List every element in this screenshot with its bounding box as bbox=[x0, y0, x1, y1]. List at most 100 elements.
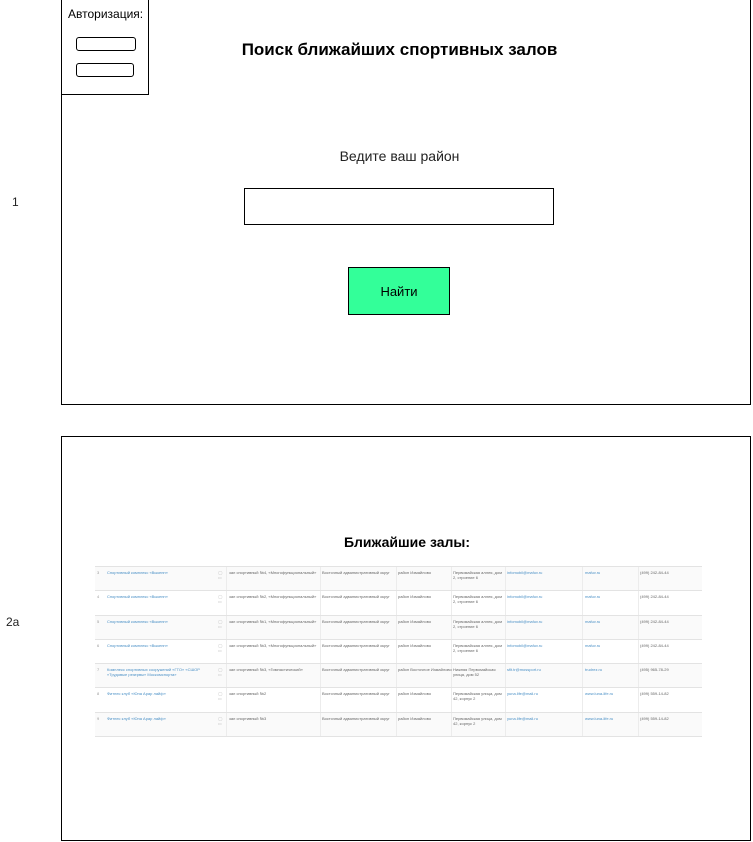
column-divider bbox=[320, 615, 321, 639]
email-link[interactable]: infomobil@mafuv.ru bbox=[507, 594, 581, 599]
column-divider bbox=[638, 567, 639, 591]
column-divider bbox=[396, 664, 397, 688]
column-divider bbox=[582, 712, 583, 737]
column-divider bbox=[505, 712, 506, 737]
gym-name-link[interactable]: Спортивный комплекс «Выкепн» bbox=[107, 619, 217, 624]
column-divider bbox=[226, 639, 227, 664]
gym-name-link[interactable]: Фитнес клуб «Юна Арар лайф» bbox=[107, 691, 217, 696]
row-number: 3 bbox=[97, 570, 100, 575]
phone: (499) 242-84-44 bbox=[640, 570, 669, 575]
address: Нижняя Первомайская улица, дом 52 bbox=[453, 667, 496, 678]
admin-district: Восточный административный округ bbox=[322, 715, 390, 721]
admin-district: Восточный административный округ bbox=[322, 642, 390, 648]
password-field[interactable] bbox=[76, 63, 134, 77]
row-number: 4 bbox=[97, 594, 100, 600]
row-icons: ◯ ▭ bbox=[218, 570, 223, 580]
results-screen: Ближайшие залы: 3 Спортивный комплекс «Вы… bbox=[61, 436, 751, 841]
column-divider bbox=[226, 664, 227, 688]
email-link[interactable]: infomobil@mafuv.ru bbox=[507, 619, 581, 624]
column-divider bbox=[505, 688, 506, 712]
column-divider bbox=[638, 664, 639, 688]
column-divider bbox=[226, 615, 227, 639]
address: Первомайская улица, дом 42, корпус 2 bbox=[453, 691, 502, 702]
row-number: 5 bbox=[97, 618, 100, 624]
gym-name-link[interactable]: Спортивный комплекс «Выкепн» bbox=[107, 594, 217, 599]
screen-number-1: 1 bbox=[12, 195, 19, 209]
website-link[interactable]: mafuv.ru bbox=[585, 570, 635, 575]
find-button[interactable]: Найти bbox=[348, 267, 450, 315]
column-divider bbox=[505, 639, 506, 664]
website-link[interactable]: mafuv.ru bbox=[585, 619, 635, 624]
row-icons: ◯ ▭ bbox=[218, 594, 223, 605]
district-input[interactable] bbox=[244, 188, 554, 225]
district-name: район Измайлово bbox=[398, 618, 432, 624]
auth-title: Авторизация: bbox=[68, 7, 144, 21]
address: Первомайская аллея, дом 2, строение 6 bbox=[453, 618, 502, 629]
table-row: 3 Спортивный комплекс «Выкепн» ◯ ▭ зал спор… bbox=[95, 567, 702, 592]
hall-name: зал спортивный №3, «Гимнастический» bbox=[229, 667, 303, 673]
row-number: 7 bbox=[97, 667, 100, 673]
email-link[interactable]: yuna.life@mail.ru bbox=[507, 691, 581, 696]
website-link[interactable]: trudrez.ru bbox=[585, 667, 635, 672]
column-divider bbox=[638, 639, 639, 664]
hall-name: зал спортивный №3 bbox=[229, 715, 267, 721]
address: Первомайская аллея, дом 2, строение 6 bbox=[453, 594, 502, 605]
district-name: район Измайлово bbox=[398, 594, 432, 600]
column-divider bbox=[638, 712, 639, 737]
table-row: 6 Спортивный комплекс «Выкепн» ◯ ▭ зал спор… bbox=[95, 639, 702, 665]
column-divider bbox=[320, 688, 321, 712]
email-link[interactable]: sflt.tr@mossport.ru bbox=[507, 667, 581, 672]
column-divider bbox=[396, 591, 397, 615]
phone: (495) 965-78-29 bbox=[640, 667, 669, 673]
column-divider bbox=[320, 591, 321, 615]
gym-name-link[interactable]: Спортивный комплекс «Выкепн» bbox=[107, 570, 217, 575]
admin-district: Восточный административный округ bbox=[322, 667, 390, 673]
gym-name-link[interactable]: Фитнес клуб «Юна Арар лайф» bbox=[107, 716, 217, 721]
district-name: район Измайлово bbox=[398, 570, 432, 575]
hall-name: зал спортивный №2 bbox=[229, 691, 267, 697]
phone: (499) 559-14-82 bbox=[640, 691, 669, 697]
column-divider bbox=[582, 688, 583, 712]
hall-name: зал спортивный №4, «Многофункциональный» bbox=[229, 570, 317, 575]
column-divider bbox=[396, 567, 397, 591]
email-link[interactable]: infomobil@mafuv.ru bbox=[507, 643, 581, 648]
column-divider bbox=[320, 639, 321, 664]
column-divider bbox=[396, 615, 397, 639]
column-divider bbox=[582, 664, 583, 688]
table-row: 9 Фитнес клуб «Юна Арар лайф» ◯ ▭ зал спорт… bbox=[95, 712, 702, 738]
website-link[interactable]: mafuv.ru bbox=[585, 594, 635, 599]
column-divider bbox=[582, 567, 583, 591]
column-divider bbox=[226, 712, 227, 737]
column-divider bbox=[638, 615, 639, 639]
district-name: район Измайлово bbox=[398, 691, 432, 697]
email-link[interactable]: yuna.life@mail.ru bbox=[507, 716, 581, 721]
column-divider bbox=[505, 615, 506, 639]
gym-name-link[interactable]: Спортивный комплекс «Выкепн» bbox=[107, 643, 217, 648]
column-divider bbox=[638, 591, 639, 615]
column-divider bbox=[396, 712, 397, 737]
row-icons: ◯ ▭ bbox=[218, 715, 223, 726]
website-link[interactable]: www.luna-life.ru bbox=[585, 716, 635, 721]
column-divider bbox=[582, 615, 583, 639]
row-icons: ◯ ▭ bbox=[218, 618, 223, 629]
gym-name-link[interactable]: Комплекс спортивных сооружений «ГТО» «СШ… bbox=[107, 667, 217, 677]
phone: (499) 242-84-44 bbox=[640, 594, 669, 600]
column-divider bbox=[505, 591, 506, 615]
district-name: район Измайлово bbox=[398, 715, 432, 721]
results-table: 3 Спортивный комплекс «Выкепн» ◯ ▭ зал спор… bbox=[95, 566, 702, 738]
column-divider bbox=[505, 567, 506, 591]
row-icons: ◯ ▭ bbox=[218, 691, 223, 702]
website-link[interactable]: www.luna-life.ru bbox=[585, 691, 635, 696]
row-number: 9 bbox=[97, 715, 100, 721]
row-icons: ◯ ▭ bbox=[218, 667, 223, 678]
column-divider bbox=[396, 639, 397, 664]
table-row: 5 Спортивный комплекс «Выкепн» ◯ ▭ зал спор… bbox=[95, 615, 702, 640]
admin-district: Восточный административный округ bbox=[322, 570, 390, 575]
admin-district: Восточный административный округ bbox=[322, 618, 390, 624]
district-prompt: Ведите ваш район bbox=[339, 148, 460, 164]
column-divider bbox=[505, 664, 506, 688]
website-link[interactable]: mafuv.ru bbox=[585, 643, 635, 648]
email-link[interactable]: infomobil@mafuv.ru bbox=[507, 570, 581, 575]
district-name: район Измайлово bbox=[398, 642, 432, 648]
district-name: район Восточное Измайлово bbox=[398, 667, 452, 673]
